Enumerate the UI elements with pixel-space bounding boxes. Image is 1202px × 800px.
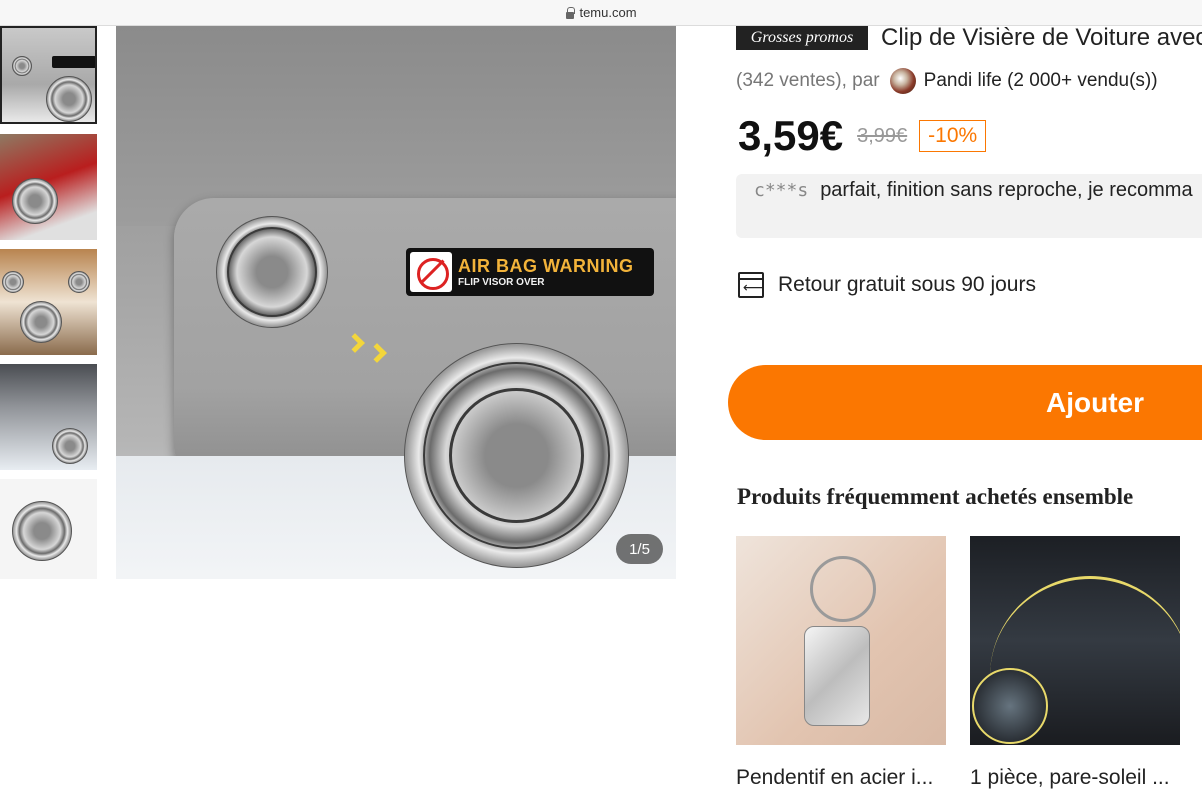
- discount-badge: -10%: [919, 120, 987, 152]
- thumbnail-5[interactable]: [0, 479, 97, 579]
- related-product-image-2[interactable]: [970, 536, 1180, 745]
- url-display[interactable]: temu.com: [565, 5, 637, 20]
- thumbnail-2[interactable]: [0, 134, 97, 240]
- sunshade-detail-inset: [972, 668, 1048, 744]
- warning-subtitle: FLIP VISOR OVER: [458, 277, 545, 288]
- return-policy-text: Retour gratuit sous 90 jours: [778, 273, 1036, 296]
- warning-title: AIR BAG WARNING: [458, 256, 634, 276]
- airbag-warning-label: AIR BAG WARNING FLIP VISOR OVER: [406, 248, 654, 296]
- warning-label-image: [52, 56, 95, 68]
- frequently-bought-title: Produits fréquemment achetés ensemble: [737, 484, 1134, 509]
- related-product-image-1[interactable]: [736, 536, 946, 745]
- shop-avatar-icon[interactable]: [889, 68, 916, 94]
- add-to-cart-button[interactable]: Ajouter: [728, 365, 1202, 440]
- medal-image: [20, 301, 62, 343]
- car-ceiling: [116, 26, 676, 226]
- sunshade-umbrella-image: [990, 576, 1180, 676]
- review-snippet[interactable]: c***s parfait, finition sans reproche, je…: [736, 174, 1202, 238]
- small-medal-clip: [216, 216, 328, 328]
- review-text: parfait, finition sans reproche, je reco…: [820, 179, 1193, 201]
- thumbnail-1[interactable]: [0, 26, 97, 124]
- return-box-icon: [738, 272, 764, 298]
- thumbnail-4[interactable]: [0, 364, 97, 470]
- browser-url-bar[interactable]: temu.com: [0, 0, 1202, 26]
- lock-icon: [565, 6, 576, 19]
- review-user: c***s: [754, 180, 809, 201]
- url-text: temu.com: [579, 5, 637, 20]
- image-counter: 1/5: [616, 534, 663, 564]
- sales-info: (342 ventes), par Pandi life (2 000+ ven…: [736, 68, 1158, 94]
- medal-image: [46, 76, 92, 122]
- medal-image: [12, 501, 72, 561]
- current-price: 3,59€: [738, 112, 844, 159]
- medal-image: [68, 271, 90, 293]
- related-product-name-2[interactable]: 1 pièce, pare-soleil ...: [970, 766, 1170, 790]
- medal-image: [12, 56, 32, 76]
- promo-badge: Grosses promos: [736, 26, 868, 50]
- main-product-image[interactable]: AIR BAG WARNING FLIP VISOR OVER 1/5: [116, 26, 676, 579]
- sales-count: (342 ventes), par: [736, 70, 880, 91]
- medal-image: [2, 271, 24, 293]
- shop-name-link[interactable]: Pandi life (2 000+ vendu(s)): [924, 70, 1158, 92]
- keyring-image: [810, 556, 876, 622]
- thumbnail-3[interactable]: [0, 249, 97, 355]
- no-child-seat-icon: [410, 252, 452, 292]
- medal-image: [52, 428, 88, 464]
- medal-image: [12, 178, 58, 224]
- related-product-name-1[interactable]: Pendentif en acier i...: [736, 766, 933, 790]
- return-policy[interactable]: Retour gratuit sous 90 jours: [738, 272, 1036, 298]
- price-row: 3,59€ 3,99€ -10%: [738, 112, 987, 160]
- pendant-tag-image: [804, 626, 870, 726]
- large-medal-clip: [404, 343, 629, 568]
- original-price: 3,99€: [857, 124, 908, 147]
- product-title: Clip de Visière de Voiture avec: [881, 24, 1202, 51]
